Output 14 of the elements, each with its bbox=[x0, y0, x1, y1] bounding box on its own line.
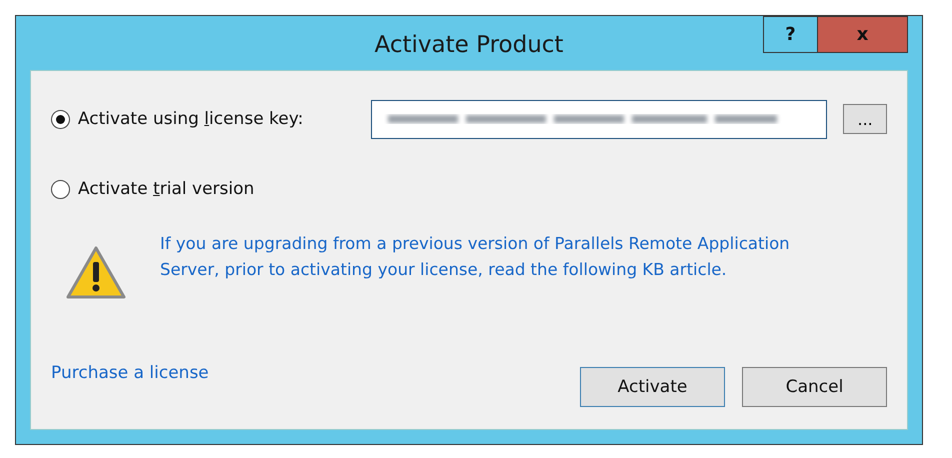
browse-button[interactable]: ... bbox=[843, 104, 887, 134]
option-label[interactable]: Activate using license key: bbox=[78, 109, 358, 129]
option-label[interactable]: Activate trial version bbox=[78, 179, 360, 199]
license-key-field[interactable] bbox=[371, 100, 828, 138]
warning-text: If you are upgrading from a previous version of Parallels Remote Application Server, prior to activating your license, read the following KB article. bbox=[160, 233, 791, 281]
dialog-button[interactable]: Cancel bbox=[742, 367, 887, 407]
close-button[interactable]: x bbox=[817, 16, 908, 53]
radio-button[interactable] bbox=[51, 180, 70, 198]
warning-icon bbox=[65, 245, 127, 301]
purchase-link[interactable]: Purchase a license bbox=[51, 363, 209, 383]
help-button[interactable]: ? bbox=[763, 16, 817, 53]
dialog-button[interactable]: Activate bbox=[580, 367, 725, 407]
window-title: Activate Product bbox=[374, 32, 564, 58]
radio-button[interactable] bbox=[51, 110, 70, 128]
